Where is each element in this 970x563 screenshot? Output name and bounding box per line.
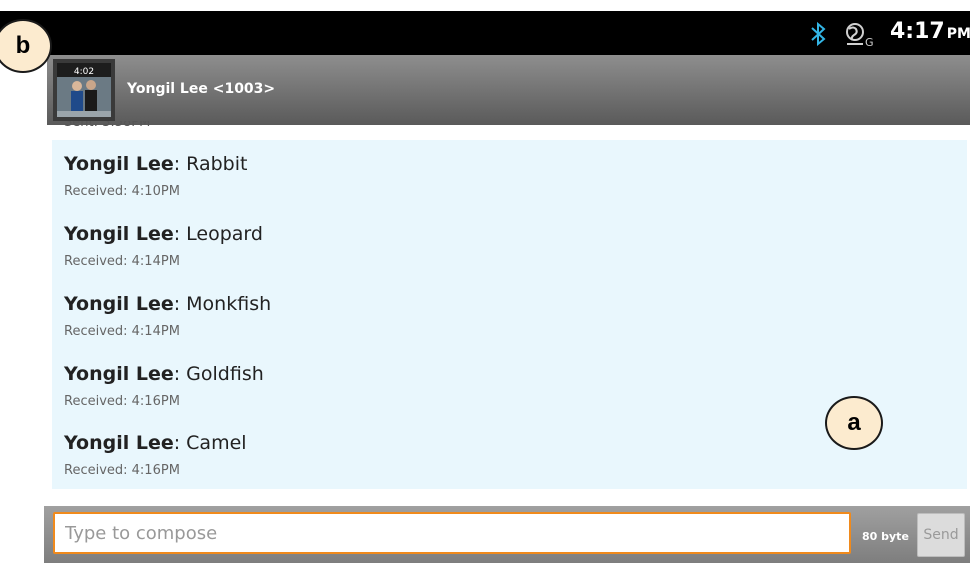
- message-sender: Yongil Lee: [64, 153, 174, 175]
- message-body: : Leopard: [173, 223, 263, 245]
- bluetooth-icon: [811, 21, 826, 47]
- message-item[interactable]: Yongil Lee: Camel Received: 4:16PM: [64, 432, 247, 478]
- message-text: Yongil Lee: Goldfish: [64, 363, 264, 385]
- globe-network-icon: G: [846, 23, 874, 47]
- compose-bar: 80 byte Send: [44, 506, 970, 563]
- callout-b: b: [0, 19, 52, 73]
- message-item[interactable]: Yongil Lee: Leopard Received: 4:14PM: [64, 223, 263, 269]
- message-body: : Goldfish: [173, 363, 264, 385]
- message-text: Yongil Lee: Rabbit: [64, 153, 247, 175]
- avatar-time: 4:02: [74, 67, 94, 77]
- network-type-label: G: [865, 36, 874, 47]
- message-body: : Rabbit: [173, 153, 248, 175]
- message-sender: Yongil Lee: [64, 432, 174, 454]
- message-item[interactable]: Yongil Lee: Rabbit Received: 4:10PM: [64, 153, 247, 199]
- contact-avatar[interactable]: 4:02: [53, 59, 115, 121]
- clock-time: 4:17: [890, 19, 945, 44]
- compose-input[interactable]: [53, 512, 851, 554]
- callout-a: a: [825, 396, 883, 450]
- message-timestamp: Received: 4:16PM: [64, 394, 180, 409]
- message-text: Yongil Lee: Monkfish: [64, 293, 271, 315]
- message-timestamp: Received: 4:14PM: [64, 324, 180, 339]
- message-timestamp: Received: 4:16PM: [64, 463, 180, 478]
- status-bar: G 4:17 PM: [0, 11, 970, 55]
- message-sender: Yongil Lee: [64, 363, 174, 385]
- message-item[interactable]: Yongil Lee: Goldfish Received: 4:16PM: [64, 363, 264, 409]
- byte-count: 80 byte: [862, 530, 909, 543]
- message-timestamp: Received: 4:14PM: [64, 254, 180, 269]
- message-text: Yongil Lee: Leopard: [64, 223, 263, 245]
- message-body: : Camel: [173, 432, 247, 454]
- conversation-header: 4:02 Yongil Lee <1003>: [47, 55, 970, 125]
- message-body: : Monkfish: [173, 293, 272, 315]
- clock-ampm: PM: [946, 26, 970, 42]
- message-sender: Yongil Lee: [64, 223, 174, 245]
- message-timestamp: Received: 4:10PM: [64, 184, 180, 199]
- message-item[interactable]: Yongil Lee: Monkfish Received: 4:14PM: [64, 293, 271, 339]
- send-button[interactable]: Send: [917, 513, 965, 557]
- contact-name: Yongil Lee <1003>: [127, 81, 276, 97]
- message-sender: Yongil Lee: [64, 293, 174, 315]
- message-text: Yongil Lee: Camel: [64, 432, 247, 454]
- status-clock: 4:17 PM: [890, 19, 970, 44]
- partial-sent-timestamp: Sent: 3:58PM: [64, 121, 151, 130]
- avatar-photo: 4:02: [53, 59, 115, 121]
